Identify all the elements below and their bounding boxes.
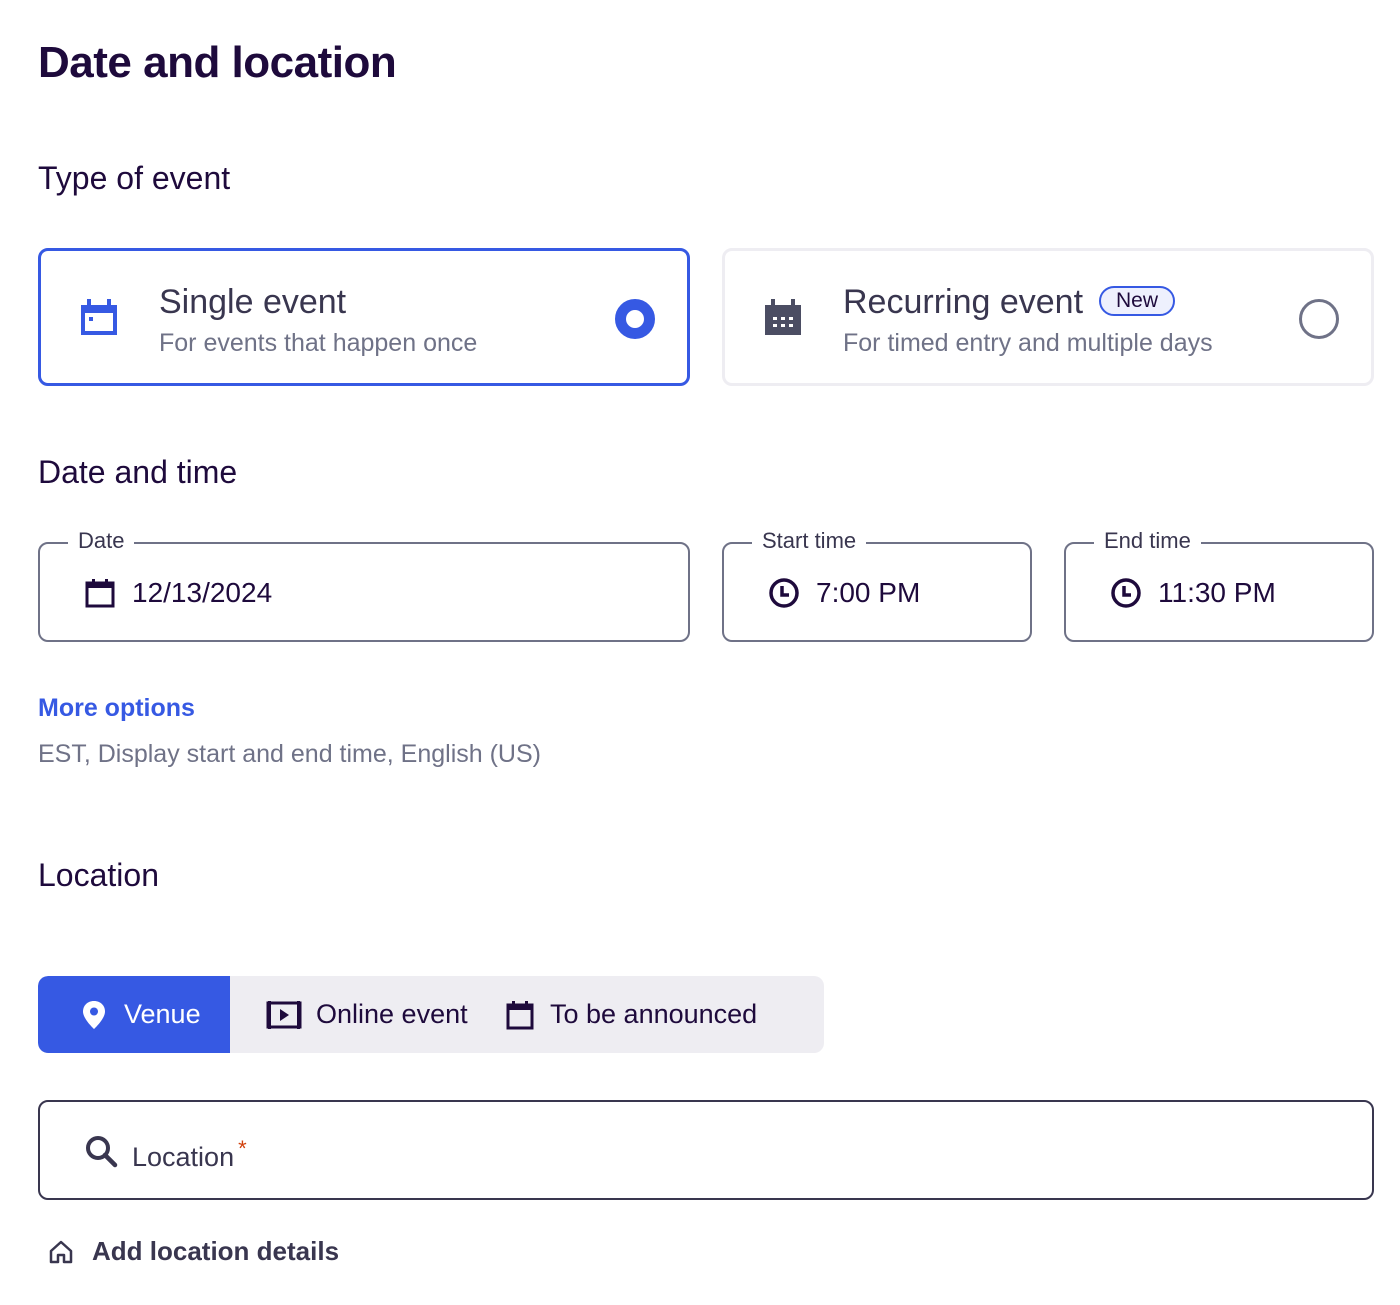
calendar-icon (81, 299, 117, 335)
location-type-selector: Venue Online event To be announced (38, 976, 824, 1053)
venue-tab-label: Venue (124, 999, 201, 1029)
clock-icon (769, 578, 799, 608)
more-options-link[interactable]: More options (38, 694, 195, 723)
location-placeholder-text: Location (132, 1142, 235, 1172)
add-location-details-button[interactable]: Add location details (48, 1236, 339, 1267)
type-of-event-heading: Type of event (38, 160, 231, 196)
recurring-event-subtitle: For timed entry and multiple days (843, 329, 1213, 357)
end-time-field[interactable]: End time 11:30 PM (1064, 528, 1374, 642)
recurring-event-radio[interactable] (1299, 299, 1339, 339)
recurring-event-title-text: Recurring event (843, 283, 1084, 321)
more-options-summary: EST, Display start and end time, English… (38, 740, 541, 768)
calendar-icon (85, 579, 115, 608)
single-event-radio[interactable] (615, 299, 655, 339)
single-event-subtitle: For events that happen once (159, 329, 478, 357)
venue-tab[interactable]: Venue (38, 976, 230, 1053)
date-and-time-heading: Date and time (38, 454, 238, 490)
home-icon (49, 1240, 73, 1263)
online-event-tab-label: Online event (316, 999, 468, 1029)
start-time-value: 7:00 PM (816, 577, 921, 608)
required-mark: * (238, 1136, 247, 1161)
single-event-option[interactable]: Single event For events that happen once (38, 248, 690, 386)
end-time-value: 11:30 PM (1158, 577, 1276, 608)
new-badge: New (1099, 286, 1176, 316)
to-be-announced-tab[interactable]: To be announced (502, 976, 757, 1053)
video-icon (266, 1000, 302, 1029)
recurring-event-option[interactable]: Recurring event New For timed entry and m… (722, 248, 1374, 386)
start-time-field[interactable]: Start time 7:00 PM (722, 528, 1032, 642)
to-be-announced-tab-label: To be announced (550, 999, 758, 1029)
calendar-icon (506, 1000, 534, 1029)
map-pin-icon (83, 1000, 105, 1029)
recurring-event-title: Recurring event New (843, 283, 1176, 322)
date-value: 12/13/2024 (132, 577, 273, 608)
date-field[interactable]: Date 12/13/2024 (38, 528, 690, 642)
location-heading: Location (38, 857, 159, 893)
end-time-label: End time (1094, 528, 1201, 554)
location-search-input[interactable]: Location * (38, 1100, 1374, 1200)
search-icon (86, 1136, 118, 1168)
page-title: Date and location (38, 38, 397, 87)
single-event-title: Single event (159, 283, 347, 321)
add-location-details-label: Add location details (92, 1236, 340, 1266)
clock-icon (1111, 578, 1141, 608)
online-event-tab[interactable]: Online event (230, 976, 502, 1053)
start-time-label: Start time (752, 528, 867, 554)
location-placeholder: Location * (132, 1136, 247, 1173)
calendar-grid-icon (765, 299, 801, 335)
date-label: Date (68, 528, 135, 554)
